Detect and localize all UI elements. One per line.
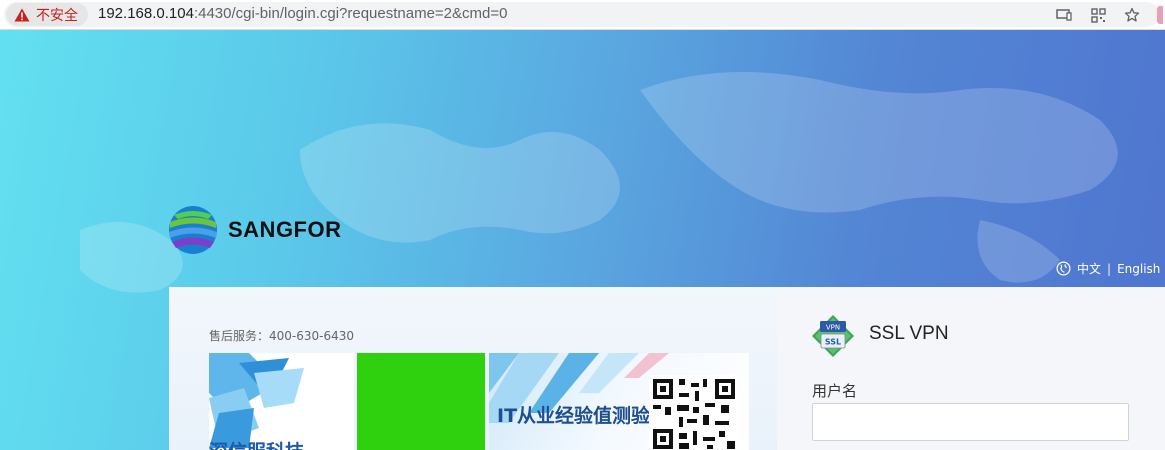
crystal-graphic [209,353,304,448]
username-label: 用户名 [812,382,858,400]
username-input[interactable] [812,403,1129,441]
sangfor-globe-icon [169,206,217,254]
login-panel: VPN SSL SSL VPN 用户名 [777,287,1165,450]
promo-panel: 售后服务：400-630-6430 深信服科技 IT从业经验值测验 [169,287,777,450]
login-title: SSL VPN [869,323,949,344]
url-host: 192.168.0.104 [98,5,194,22]
vpn-badge-text: VPN [826,324,840,332]
url-text[interactable]: 192.168.0.104:4430/cgi-bin/login.cgi?req… [98,5,507,22]
qr-code-image [649,375,739,450]
ssl-vpn-icon: VPN SSL [812,315,854,357]
sangfor-logo: SANGFOR [168,205,342,255]
security-label: 不安全 [36,7,78,24]
bookmark-star-icon[interactable] [1123,6,1141,24]
banner-company-text: 深信服科技 [209,437,304,450]
qr-code-icon[interactable] [1089,6,1107,24]
promo-banner-green[interactable] [357,353,485,450]
brand-name: SANGFOR [228,217,342,242]
language-separator: | [1107,261,1112,276]
banner-quiz-text: IT从业经验值测验 [497,405,651,427]
language-en-link[interactable]: English [1117,262,1160,276]
cast-icon[interactable] [1055,6,1073,24]
promo-banner-company[interactable]: 深信服科技 [209,353,354,450]
extension-icon[interactable] [1157,6,1163,24]
url-path: :4430/cgi-bin/login.cgi?requestname=2&cm… [193,5,508,22]
browser-toolbar-icons [1055,4,1165,26]
language-zh-link[interactable]: 中文 [1077,260,1101,277]
globe-icon [1056,261,1071,276]
login-page-background: SANGFOR 中文 | English 售后服务：400-630-6430 深… [0,30,1165,450]
security-indicator[interactable]: 不安全 [6,3,88,26]
ssl-badge-text: SSL [825,338,841,347]
support-hotline: 售后服务：400-630-6430 [209,329,355,343]
promo-banner-quiz[interactable]: IT从业经验值测验 [489,353,749,450]
warning-icon [14,8,30,21]
language-switcher: 中文 | English [1056,260,1160,277]
browser-address-bar: 不安全 192.168.0.104:4430/cgi-bin/login.cgi… [0,0,1165,30]
